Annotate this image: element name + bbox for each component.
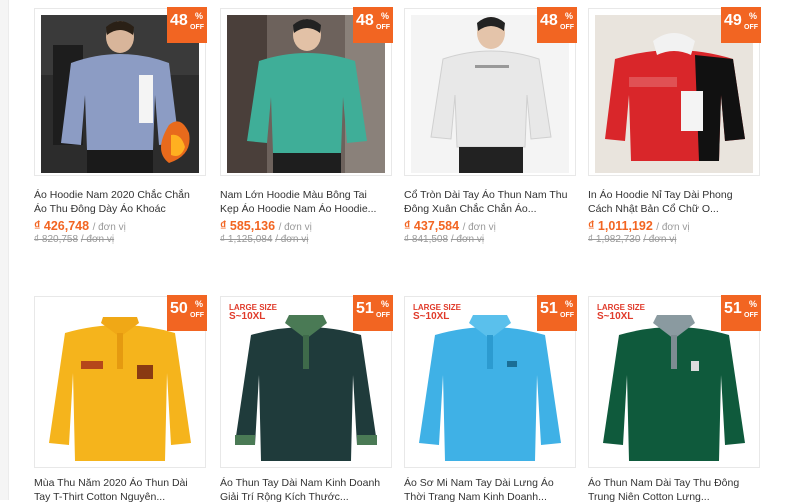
discount-badge: 51 % OFF: [721, 295, 761, 331]
product-card[interactable]: 48 % OFF: [220, 7, 393, 176]
discount-badge: 50 % OFF: [167, 295, 207, 331]
product-price: ₫ 426,748 / đơn vị: [34, 219, 126, 233]
discount-badge: 48 % OFF: [537, 7, 577, 43]
discount-badge: 51 % OFF: [353, 295, 393, 331]
product-title[interactable]: In Áo Hoodie Nỉ Tay Dài Phong Cách Nhật …: [588, 188, 756, 216]
product-price: ₫ 585,136 / đơn vị: [220, 219, 312, 233]
product-old-price: ₫ 1,982,730 / đơn vị: [588, 234, 677, 245]
product-title[interactable]: Nam Lớn Hoodie Màu Bông Tai Kẹp Áo Hoodi…: [220, 188, 388, 216]
product-title[interactable]: Cổ Tròn Dài Tay Áo Thun Nam Thu Đông Xuâ…: [404, 188, 572, 216]
product-card[interactable]: 48 % OFF: [34, 7, 207, 176]
product-card[interactable]: 48 % OFF: [404, 7, 577, 176]
discount-badge: 49 % OFF: [721, 7, 761, 43]
size-tag: LARGE SIZE S~10XL: [597, 303, 646, 322]
product-card[interactable]: LARGE SIZE S~10XL 51 % OFF: [588, 295, 761, 468]
size-tag: LARGE SIZE S~10XL: [229, 303, 278, 322]
discount-badge: 48 % OFF: [353, 7, 393, 43]
size-tag: LARGE SIZE S~10XL: [413, 303, 462, 322]
discount-badge: 51 % OFF: [537, 295, 577, 331]
product-card[interactable]: 49 % OFF: [588, 7, 761, 176]
product-card[interactable]: LARGE SIZE S~10XL 51 % OFF: [220, 295, 393, 468]
product-price: ₫ 437,584 / đơn vị: [404, 219, 496, 233]
page-left-edge: [0, 0, 9, 500]
product-card[interactable]: 50 % OFF: [34, 295, 207, 468]
product-card[interactable]: LARGE SIZE S~10XL 51 % OFF: [404, 295, 577, 468]
product-old-price: ₫ 820,758 / đơn vị: [34, 234, 115, 245]
product-title[interactable]: Áo Hoodie Nam 2020 Chắc Chắn Áo Thu Đông…: [34, 188, 202, 216]
product-old-price: ₫ 841,508 / đơn vị: [404, 234, 485, 245]
product-price: ₫ 1,011,192 / đơn vị: [588, 219, 690, 233]
product-old-price: ₫ 1,125,084 / đơn vị: [220, 234, 309, 245]
discount-badge: 48 % OFF: [167, 7, 207, 43]
